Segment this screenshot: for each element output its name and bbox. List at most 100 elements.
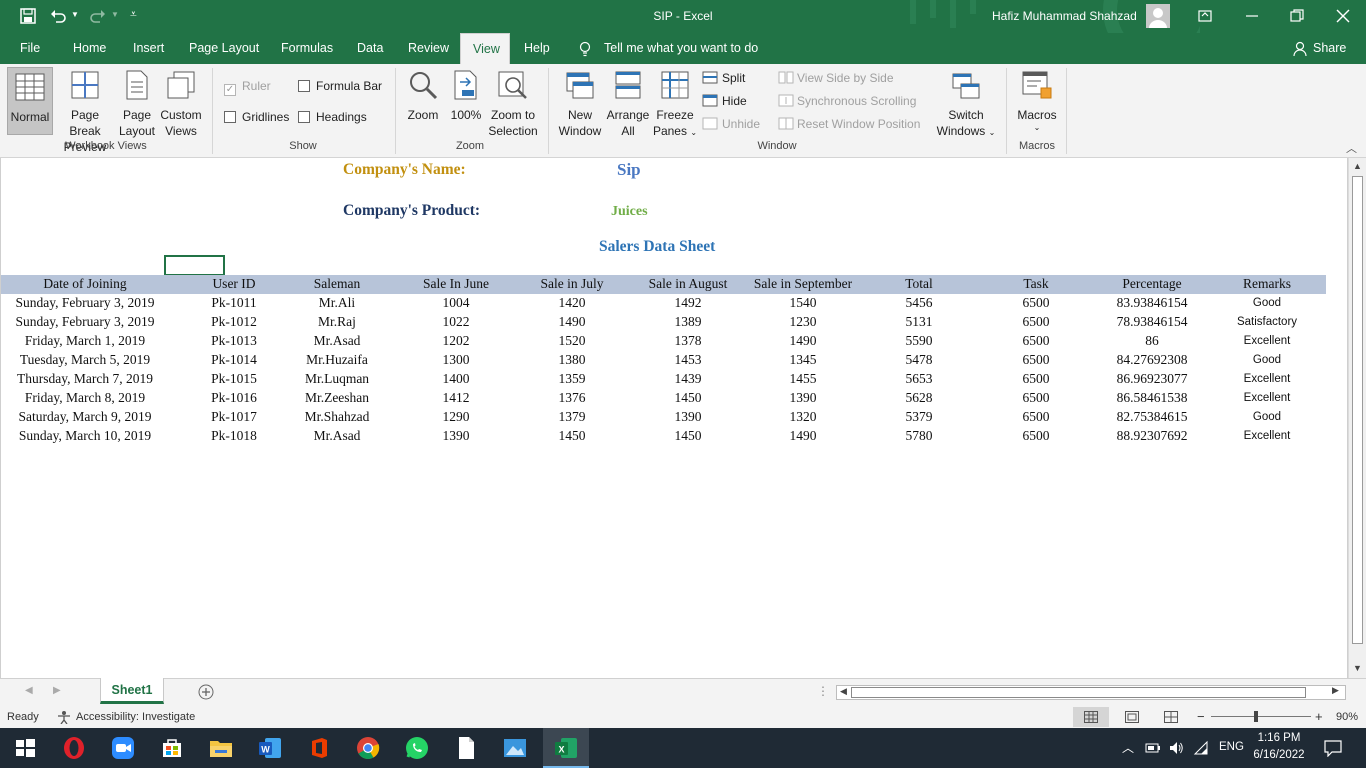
cell-user-id[interactable]: Pk-1015 bbox=[184, 371, 284, 387]
cell-remarks[interactable]: Excellent bbox=[1212, 335, 1322, 347]
opera-icon[interactable] bbox=[62, 736, 86, 760]
cell-sale-august[interactable]: 1378 bbox=[633, 333, 743, 349]
cell-sale-august[interactable]: 1450 bbox=[633, 390, 743, 406]
battery-icon[interactable] bbox=[1145, 741, 1161, 755]
show-hidden-icons-icon[interactable]: ︿ bbox=[1122, 739, 1134, 756]
scroll-right-icon[interactable]: ▶ bbox=[1332, 685, 1339, 696]
cell-percentage[interactable]: 78.93846154 bbox=[1092, 314, 1212, 330]
cell-task[interactable]: 6500 bbox=[986, 352, 1086, 368]
cell-total[interactable]: 5131 bbox=[869, 314, 969, 330]
cell-saleman[interactable]: Mr.Luqman bbox=[282, 371, 392, 387]
cell-remarks[interactable]: Good bbox=[1212, 297, 1322, 309]
wifi-icon[interactable] bbox=[1193, 740, 1211, 756]
cell-date-of-joining[interactable]: Sunday, February 3, 2019 bbox=[0, 314, 175, 330]
switch-windows-button[interactable]: Switch Windows ⌄ bbox=[932, 70, 1000, 141]
save-icon[interactable] bbox=[20, 8, 36, 24]
cell-percentage[interactable]: 86.96923077 bbox=[1092, 371, 1212, 387]
cell-task[interactable]: 6500 bbox=[986, 409, 1086, 425]
cell-task[interactable]: 6500 bbox=[986, 428, 1086, 444]
cell-user-id[interactable]: Pk-1018 bbox=[184, 428, 284, 444]
accessibility-status[interactable]: Accessibility: Investigate bbox=[76, 711, 195, 723]
cell-percentage[interactable]: 82.75384615 bbox=[1092, 409, 1212, 425]
word-icon[interactable]: W bbox=[258, 736, 282, 760]
header-date-of-joining[interactable]: Date of Joining bbox=[0, 276, 175, 292]
cell-sale-august[interactable]: 1439 bbox=[633, 371, 743, 387]
cell-sale-june[interactable]: 1022 bbox=[401, 314, 511, 330]
minimize-icon[interactable] bbox=[1245, 9, 1259, 23]
cell-sale-september[interactable]: 1455 bbox=[738, 371, 868, 387]
cell-sale-june[interactable]: 1300 bbox=[401, 352, 511, 368]
hide-button[interactable]: Hide bbox=[702, 94, 747, 108]
cell-saleman[interactable]: Mr.Asad bbox=[282, 333, 392, 349]
cell-date-of-joining[interactable]: Friday, March 1, 2019 bbox=[0, 333, 175, 349]
cell-user-id[interactable]: Pk-1011 bbox=[184, 295, 284, 311]
cell-sale-august[interactable]: 1389 bbox=[633, 314, 743, 330]
scroll-down-icon[interactable]: ▼ bbox=[1353, 663, 1362, 673]
cell-user-id[interactable]: Pk-1017 bbox=[184, 409, 284, 425]
cell-sale-june[interactable]: 1412 bbox=[401, 390, 511, 406]
zoom-out-icon[interactable]: − bbox=[1197, 709, 1205, 724]
header-sale-june[interactable]: Sale In June bbox=[401, 276, 511, 292]
cell-date-of-joining[interactable]: Friday, March 8, 2019 bbox=[0, 390, 175, 406]
tab-page-layout[interactable]: Page Layout bbox=[177, 33, 271, 64]
avatar[interactable] bbox=[1146, 4, 1170, 28]
tab-home[interactable]: Home bbox=[61, 33, 118, 64]
cell-sale-june[interactable]: 1400 bbox=[401, 371, 511, 387]
cell-percentage[interactable]: 83.93846154 bbox=[1092, 295, 1212, 311]
cell-total[interactable]: 5628 bbox=[869, 390, 969, 406]
split-button[interactable]: Split bbox=[702, 71, 745, 85]
cell-date-of-joining[interactable]: Thursday, March 7, 2019 bbox=[0, 371, 175, 387]
cell-percentage[interactable]: 84.27692308 bbox=[1092, 352, 1212, 368]
zoom-app-icon[interactable] bbox=[111, 736, 135, 760]
header-remarks[interactable]: Remarks bbox=[1212, 276, 1322, 292]
cell-sale-july[interactable]: 1379 bbox=[517, 409, 627, 425]
scroll-left-icon[interactable]: ◀ bbox=[840, 686, 847, 697]
headings-checkbox[interactable]: Headings bbox=[298, 110, 367, 124]
zoom-to-selection-button[interactable]: Zoom to Selection bbox=[486, 70, 540, 139]
macros-button[interactable]: Macros ⌄ bbox=[1012, 70, 1062, 133]
vertical-scrollbar[interactable]: ▲ ▼ bbox=[1348, 158, 1366, 678]
horizontal-scrollbar[interactable]: ◀ bbox=[836, 685, 1346, 700]
zoom-level[interactable]: 90% bbox=[1336, 711, 1358, 723]
add-sheet-icon[interactable] bbox=[198, 684, 214, 700]
normal-view-status-button[interactable] bbox=[1073, 707, 1109, 727]
cell-remarks[interactable]: Good bbox=[1212, 411, 1322, 423]
vertical-scroll-thumb[interactable] bbox=[1352, 176, 1363, 644]
collapse-ribbon-icon[interactable]: ︿ bbox=[1346, 140, 1357, 156]
normal-view-button[interactable]: Normal bbox=[7, 67, 53, 135]
restore-icon[interactable] bbox=[1290, 9, 1304, 23]
cell-sale-july[interactable]: 1380 bbox=[517, 352, 627, 368]
notifications-icon[interactable] bbox=[1324, 739, 1342, 757]
header-saleman[interactable]: Saleman bbox=[282, 276, 392, 292]
tab-data[interactable]: Data bbox=[345, 33, 395, 64]
tab-review[interactable]: Review bbox=[396, 33, 461, 64]
cell-total[interactable]: 5590 bbox=[869, 333, 969, 349]
cell-sale-june[interactable]: 1390 bbox=[401, 428, 511, 444]
cell-user-id[interactable]: Pk-1016 bbox=[184, 390, 284, 406]
whatsapp-icon[interactable] bbox=[405, 736, 429, 760]
cell-total[interactable]: 5478 bbox=[869, 352, 969, 368]
office-icon[interactable] bbox=[307, 736, 331, 760]
cell-total[interactable]: 5653 bbox=[869, 371, 969, 387]
prev-sheet-icon[interactable]: ◀ bbox=[25, 685, 33, 696]
cell-sale-july[interactable]: 1520 bbox=[517, 333, 627, 349]
language-indicator[interactable]: ENG bbox=[1219, 741, 1244, 753]
cell-sale-september[interactable]: 1390 bbox=[738, 390, 868, 406]
volume-icon[interactable] bbox=[1168, 740, 1184, 756]
tab-formulas[interactable]: Formulas bbox=[269, 33, 345, 64]
cell-task[interactable]: 6500 bbox=[986, 390, 1086, 406]
cell-saleman[interactable]: Mr.Huzaifa bbox=[282, 352, 392, 368]
cell-sale-july[interactable]: 1490 bbox=[517, 314, 627, 330]
page-break-status-icon[interactable] bbox=[1164, 711, 1178, 723]
share-button[interactable]: Share bbox=[1313, 41, 1346, 55]
close-icon[interactable] bbox=[1336, 9, 1350, 23]
header-task[interactable]: Task bbox=[986, 276, 1086, 292]
cell-user-id[interactable]: Pk-1012 bbox=[184, 314, 284, 330]
cell-sale-july[interactable]: 1376 bbox=[517, 390, 627, 406]
next-sheet-icon[interactable]: ▶ bbox=[53, 685, 61, 696]
cell-task[interactable]: 6500 bbox=[986, 314, 1086, 330]
cell-remarks[interactable]: Excellent bbox=[1212, 392, 1322, 404]
header-user-id[interactable]: User ID bbox=[184, 276, 284, 292]
cell-sale-july[interactable]: 1450 bbox=[517, 428, 627, 444]
zoom-100-button[interactable]: 100% bbox=[448, 70, 484, 123]
